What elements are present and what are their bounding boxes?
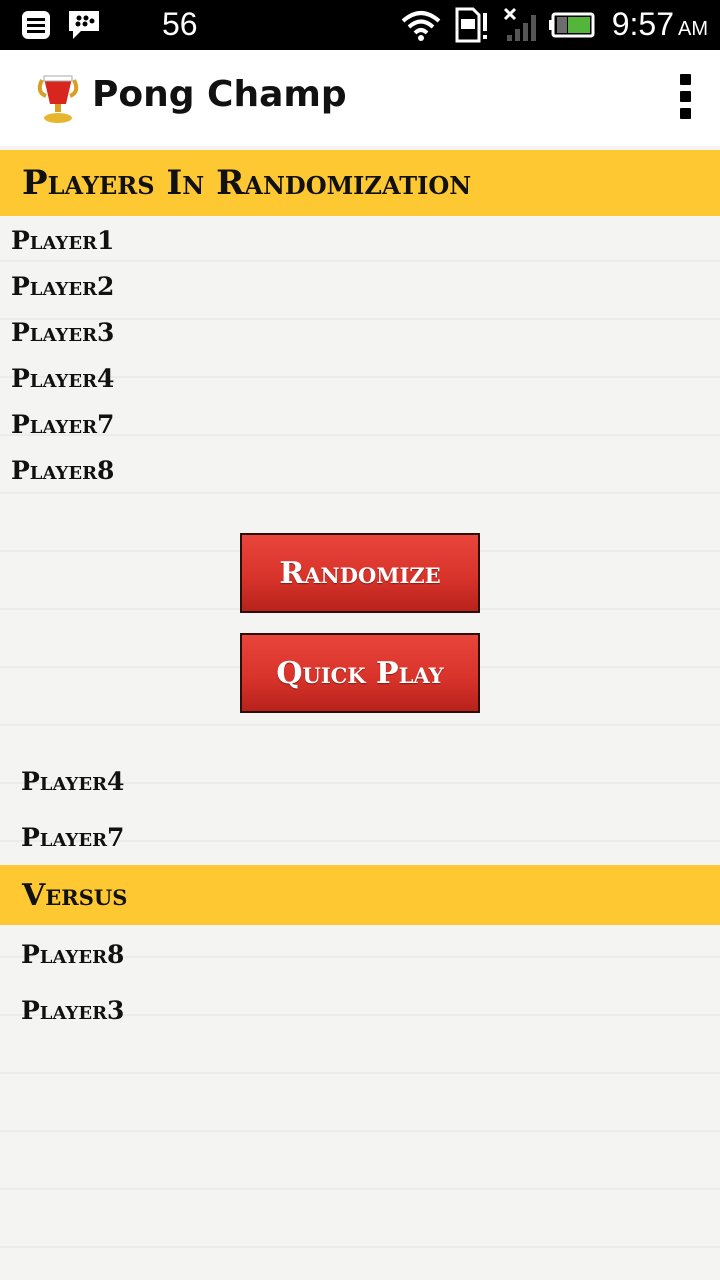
list-item: Player8 bbox=[11, 456, 115, 485]
trophy-cup-icon bbox=[36, 74, 80, 124]
bbm-icon bbox=[66, 0, 102, 50]
notification-count: 56 bbox=[162, 6, 198, 42]
players-header: Players In Randomization bbox=[0, 150, 720, 216]
clock: 9:57 AM bbox=[611, 6, 708, 42]
overflow-menu-icon[interactable] bbox=[680, 74, 694, 124]
list-item: Player2 bbox=[11, 272, 115, 301]
list-item: Player1 bbox=[11, 226, 115, 255]
randomize-button[interactable]: Randomize bbox=[240, 533, 480, 613]
app-title: Pong Champ bbox=[92, 74, 347, 115]
quick-play-button[interactable]: Quick Play bbox=[240, 633, 480, 713]
versus-header: Versus bbox=[0, 865, 720, 925]
list-item: Player3 bbox=[11, 318, 115, 347]
no-signal-icon bbox=[500, 0, 540, 50]
team-b-player: Player3 bbox=[21, 996, 125, 1025]
sim-alert-icon bbox=[454, 0, 490, 50]
team-a-player: Player4 bbox=[21, 767, 125, 796]
app-bar: Pong Champ bbox=[0, 50, 720, 146]
list-item: Player7 bbox=[11, 410, 115, 439]
messages-icon bbox=[20, 0, 52, 50]
wifi-icon bbox=[400, 0, 442, 50]
team-b-player: Player8 bbox=[21, 940, 125, 969]
list-item: Player4 bbox=[11, 364, 115, 393]
status-bar: 56 9:57 AM bbox=[0, 0, 720, 50]
content-background bbox=[0, 146, 720, 1280]
battery-icon bbox=[548, 0, 596, 50]
team-a-player: Player7 bbox=[21, 823, 125, 852]
